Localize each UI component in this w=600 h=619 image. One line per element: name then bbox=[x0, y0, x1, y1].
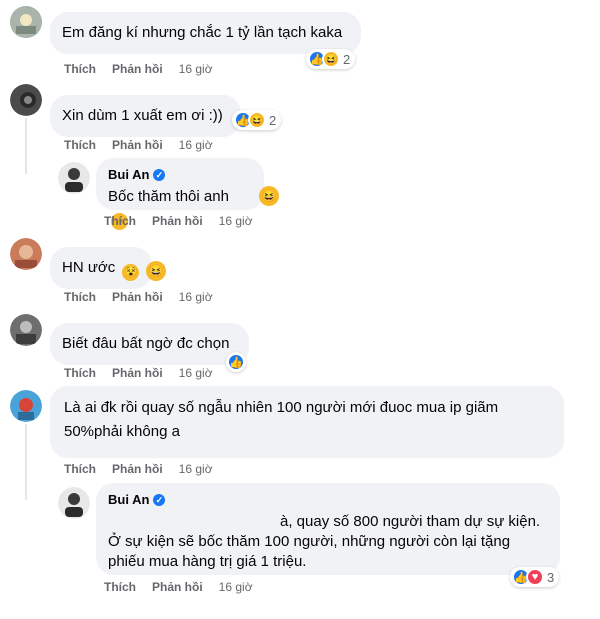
comment-actions: Thích Phản hồi 16 giờ bbox=[104, 580, 253, 594]
comment-text: Xin dùm 1 xuất em ơi :)) bbox=[62, 107, 223, 124]
like-button[interactable]: Thích bbox=[64, 290, 96, 304]
avatar-image bbox=[10, 390, 42, 422]
avatar-image bbox=[10, 238, 42, 270]
reaction-summary[interactable]: 👍 bbox=[226, 352, 246, 372]
thread-line bbox=[25, 118, 27, 174]
reply-button[interactable]: Phản hồi bbox=[112, 462, 163, 476]
like-button[interactable]: Thích bbox=[64, 462, 96, 476]
author-name-text: Bui An bbox=[108, 492, 150, 507]
comment-text: Ở sự kiện sẽ bốc thăm 100 người, những n… bbox=[108, 533, 511, 550]
avatar[interactable] bbox=[10, 390, 42, 422]
like-button[interactable]: Thích bbox=[64, 138, 96, 152]
like-button[interactable]: Thích bbox=[104, 214, 136, 228]
haha-reaction-icon: 😆 bbox=[322, 50, 340, 68]
comment-bubble: Biết đâu bất ngờ đc chọn bbox=[50, 323, 249, 365]
timestamp[interactable]: 16 giờ bbox=[179, 462, 213, 476]
love-reaction-icon: ♥ bbox=[526, 568, 544, 586]
reply-button[interactable]: Phản hồi bbox=[112, 290, 163, 304]
reaction-count: 3 bbox=[547, 569, 555, 585]
timestamp[interactable]: 16 giờ bbox=[179, 290, 213, 304]
avatar[interactable] bbox=[10, 84, 42, 116]
laughing-emoji: 😆 bbox=[259, 186, 279, 206]
like-button[interactable]: Thích bbox=[64, 62, 96, 76]
like-button[interactable]: Thích bbox=[64, 366, 96, 380]
reply-button[interactable]: Phản hồi bbox=[112, 138, 163, 152]
reply-button[interactable]: Phản hồi bbox=[152, 580, 203, 594]
comment-bubble: Em đăng kí nhưng chắc 1 tỷ lần tạch kaka bbox=[50, 12, 361, 54]
comment-text: phiếu mua hàng trị giá 1 triệu. bbox=[108, 553, 307, 570]
comment-text: HN ước bbox=[62, 259, 116, 276]
reply-button[interactable]: Phản hồi bbox=[112, 62, 163, 76]
author-name[interactable]: Bui An ✓ bbox=[108, 491, 548, 508]
thread-line bbox=[25, 424, 27, 500]
reply-bubble: Bui An ✓ à, quay số 800 người tham dự sự… bbox=[96, 483, 560, 575]
comment-text: 50%phải không a bbox=[64, 423, 180, 440]
avatar-image bbox=[58, 162, 90, 194]
like-button[interactable]: Thích bbox=[104, 580, 136, 594]
comment-actions: Thích Phản hồi 16 giờ bbox=[64, 290, 213, 304]
comment-actions: Thích Phản hồi 16 giờ bbox=[64, 138, 213, 152]
timestamp[interactable]: 16 giờ bbox=[179, 62, 213, 76]
comment-text: à, quay số 800 người tham dự sự kiện. bbox=[280, 513, 541, 530]
verified-badge-icon: ✓ bbox=[153, 493, 166, 506]
reply-button[interactable]: Phản hồi bbox=[112, 366, 163, 380]
comment-text: Bốc thăm thôi anh bbox=[108, 188, 229, 205]
comment-actions: Thích Phản hồi 16 giờ bbox=[64, 462, 213, 476]
laughing-emoji: 😆 bbox=[146, 261, 166, 281]
avatar-image bbox=[58, 487, 90, 519]
reaction-summary[interactable]: 👍 😆 2 bbox=[306, 49, 356, 69]
comment-bubble: HN ước 😵 bbox=[50, 247, 152, 289]
avatar[interactable] bbox=[58, 487, 90, 519]
reaction-summary[interactable]: 👍 😆 2 bbox=[232, 110, 282, 130]
comment-actions: Thích Phản hồi 16 giờ bbox=[104, 214, 253, 228]
comment-text: Biết đâu bất ngờ đc chọn bbox=[62, 335, 230, 352]
reply-bubble: Bui An ✓ Bốc thăm thôi anh ◔ bbox=[96, 158, 264, 230]
timestamp[interactable]: 16 giờ bbox=[179, 138, 213, 152]
avatar-image bbox=[10, 84, 42, 116]
verified-badge-icon: ✓ bbox=[153, 168, 166, 181]
comment-bubble: Là ai đk rồi quay số ngẫu nhiên 100 ngườ… bbox=[50, 386, 564, 458]
reply-button[interactable]: Phản hồi bbox=[152, 214, 203, 228]
comment-text: Em đăng kí nhưng chắc 1 tỷ lần tạch kaka bbox=[62, 24, 343, 41]
comment-actions: Thích Phản hồi 16 giờ bbox=[64, 62, 213, 76]
haha-reaction-icon: 😆 bbox=[248, 111, 266, 129]
avatar-image bbox=[10, 314, 42, 346]
avatar[interactable] bbox=[10, 314, 42, 346]
avatar[interactable] bbox=[10, 6, 42, 38]
timestamp[interactable]: 16 giờ bbox=[179, 366, 213, 380]
author-name-text: Bui An bbox=[108, 167, 150, 182]
author-name[interactable]: Bui An ✓ bbox=[108, 166, 252, 183]
timestamp[interactable]: 16 giờ bbox=[219, 214, 253, 228]
avatar[interactable] bbox=[10, 238, 42, 270]
comment-bubble: Xin dùm 1 xuất em ơi :)) bbox=[50, 95, 241, 137]
avatar[interactable] bbox=[58, 162, 90, 194]
like-reaction-icon: 👍 bbox=[227, 353, 245, 371]
comment-text: Là ai đk rồi quay số ngẫu nhiên 100 ngườ… bbox=[64, 399, 499, 416]
timestamp[interactable]: 16 giờ bbox=[219, 580, 253, 594]
reaction-summary[interactable]: 👍 ♥ 3 bbox=[510, 567, 560, 587]
avatar-image bbox=[10, 6, 42, 38]
reaction-count: 2 bbox=[343, 51, 351, 67]
grinning-emoji: 😵 bbox=[122, 264, 140, 281]
comment-actions: Thích Phản hồi 16 giờ bbox=[64, 366, 213, 380]
reaction-count: 2 bbox=[269, 112, 277, 128]
